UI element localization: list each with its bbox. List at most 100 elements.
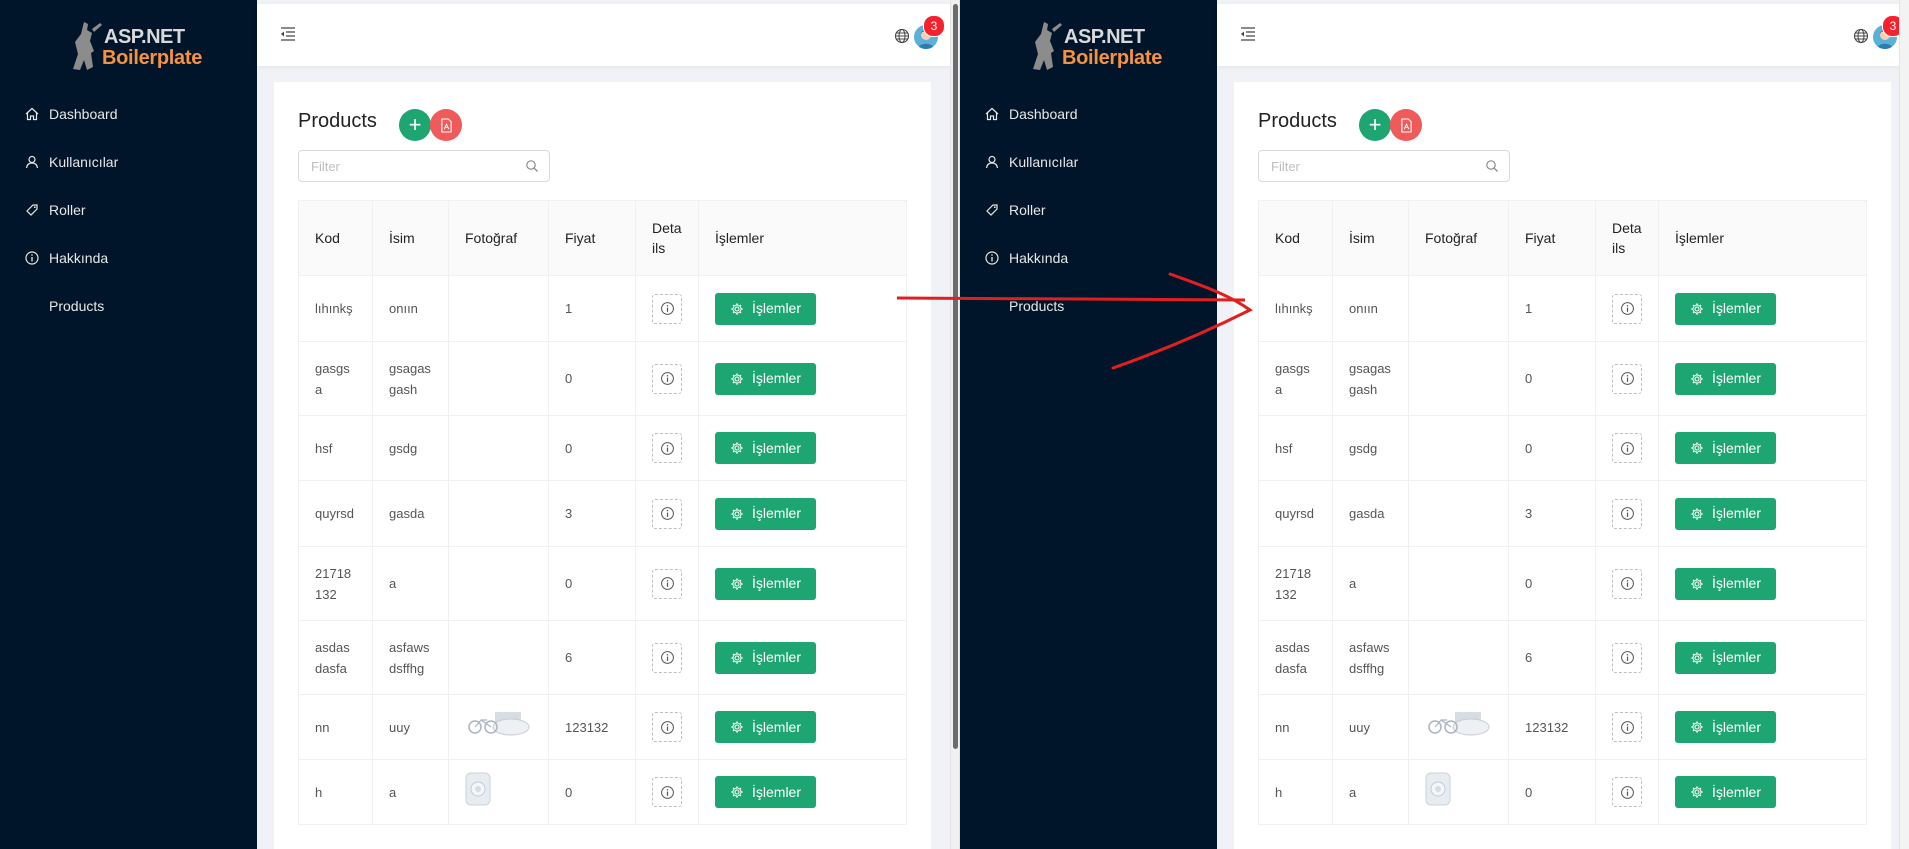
column-header-kod[interactable]: Kod <box>1258 200 1333 276</box>
actions-button-label: İşlemler <box>752 370 802 386</box>
cell-fiyat: 6 <box>1508 620 1596 695</box>
sidebar-item-dashboard[interactable]: Dashboard <box>0 90 257 138</box>
search-icon[interactable] <box>1485 159 1499 173</box>
sidebar-item-users[interactable]: Kullanıcılar <box>0 138 257 186</box>
actions-button[interactable]: İşlemler <box>715 497 817 530</box>
add-product-button[interactable]: + <box>1359 109 1391 141</box>
cell-fotograf <box>448 546 549 621</box>
sidebar-item-about[interactable]: Hakkında <box>0 234 257 282</box>
filter-input[interactable] <box>309 151 513 181</box>
actions-button[interactable]: İşlemler <box>1675 711 1777 743</box>
details-button[interactable] <box>652 642 682 673</box>
details-button[interactable] <box>652 568 682 599</box>
gear-icon <box>1691 507 1703 520</box>
cell-fiyat: 1 <box>1508 275 1596 342</box>
sidebar-item-products[interactable]: Products <box>0 282 257 330</box>
details-button[interactable] <box>1612 712 1642 742</box>
details-button[interactable] <box>1612 293 1642 324</box>
sidebar-item-label: Roller <box>49 202 86 218</box>
scrollbar[interactable] <box>950 0 960 849</box>
asp-net-boilerplate-logo[interactable]: ASP.NET Boilerplate <box>1024 18 1164 72</box>
actions-button[interactable]: İşlemler <box>1675 641 1777 674</box>
cell-fotograf <box>1408 694 1509 760</box>
actions-button[interactable]: İşlemler <box>715 292 817 325</box>
actions-button[interactable]: İşlemler <box>715 641 817 674</box>
details-button[interactable] <box>1612 777 1642 807</box>
info-icon <box>660 720 674 734</box>
details-button[interactable] <box>1612 642 1642 673</box>
info-icon <box>660 577 674 590</box>
column-header-fiyat[interactable]: Fiyat <box>1508 200 1596 276</box>
language-globe-icon[interactable] <box>894 28 910 44</box>
filter-field[interactable] <box>1258 150 1510 182</box>
details-button[interactable] <box>652 498 682 529</box>
table-row: 21718132 a 0 İşlemler <box>298 546 907 621</box>
filter-field[interactable] <box>298 150 550 182</box>
info-icon <box>1620 302 1634 315</box>
add-product-button[interactable]: + <box>399 109 431 141</box>
column-header-isim[interactable]: İsim <box>372 200 449 276</box>
column-header-fotograf[interactable]: Fotoğraf <box>448 200 549 276</box>
column-header-fotograf[interactable]: Fotoğraf <box>1408 200 1509 276</box>
details-button[interactable] <box>652 363 682 394</box>
column-header-details[interactable]: Details <box>1595 200 1659 276</box>
actions-button[interactable]: İşlemler <box>715 776 817 808</box>
details-button[interactable] <box>652 293 682 324</box>
sidebar-item-dashboard[interactable]: Dashboard <box>960 90 1217 138</box>
actions-button[interactable]: İşlemler <box>1675 432 1777 464</box>
table-row: quyrsd gasda 3 İşlemler <box>1258 480 1867 547</box>
sidebar-item-roles[interactable]: Roller <box>960 186 1217 234</box>
actions-button[interactable]: İşlemler <box>1675 292 1777 325</box>
sidebar-item-users[interactable]: Kullanıcılar <box>960 138 1217 186</box>
details-button[interactable] <box>652 777 682 807</box>
gear-icon <box>731 442 743 454</box>
table-row: hsf gsdg 0 İşlemler <box>1258 415 1867 481</box>
actions-button[interactable]: İşlemler <box>1675 497 1777 530</box>
sidebar-item-products[interactable]: Products <box>960 282 1217 330</box>
actions-button[interactable]: İşlemler <box>1675 776 1777 808</box>
sidebar-item-roles[interactable]: Roller <box>0 186 257 234</box>
details-button[interactable] <box>1612 568 1642 599</box>
export-pdf-button[interactable] <box>430 109 462 141</box>
column-header-islemler[interactable]: İşlemler <box>698 200 907 276</box>
filter-input[interactable] <box>1269 151 1473 181</box>
cell-details <box>635 759 699 825</box>
actions-button[interactable]: İşlemler <box>715 432 817 464</box>
actions-button[interactable]: İşlemler <box>1675 362 1777 395</box>
actions-button[interactable]: İşlemler <box>715 362 817 395</box>
table-row: h a 0 İşlemler <box>1258 759 1867 825</box>
notification-badge: 3 <box>923 15 945 37</box>
scrollbar[interactable] <box>1899 0 1909 849</box>
gear-icon <box>731 372 743 385</box>
details-button[interactable] <box>1612 363 1642 394</box>
column-header-islemler[interactable]: İşlemler <box>1658 200 1867 276</box>
cell-fotograf <box>1408 759 1509 825</box>
asp-net-boilerplate-logo[interactable]: ASP.NET Boilerplate <box>64 18 204 72</box>
cell-isim: onıın <box>372 275 449 342</box>
export-pdf-button[interactable] <box>1390 109 1422 141</box>
cell-fotograf <box>1408 341 1509 416</box>
details-button[interactable] <box>652 712 682 742</box>
actions-button[interactable]: İşlemler <box>715 567 817 600</box>
menu-fold-icon[interactable] <box>279 25 297 43</box>
plus-icon: + <box>1368 112 1382 137</box>
column-header-kod[interactable]: Kod <box>298 200 373 276</box>
actions-button[interactable]: İşlemler <box>715 711 817 743</box>
cell-kod: asdasdasfa <box>1258 620 1333 695</box>
search-icon[interactable] <box>525 159 539 173</box>
details-button[interactable] <box>1612 498 1642 529</box>
column-header-details[interactable]: Details <box>635 200 699 276</box>
details-button[interactable] <box>652 433 682 463</box>
sidebar-item-label: Hakkında <box>1009 250 1069 266</box>
actions-button[interactable]: İşlemler <box>1675 567 1777 600</box>
details-button[interactable] <box>1612 433 1642 463</box>
language-globe-icon[interactable] <box>1853 28 1869 44</box>
gear-icon <box>1691 372 1703 385</box>
cell-actions: İşlemler <box>1658 415 1867 481</box>
column-header-isim[interactable]: İsim <box>1332 200 1409 276</box>
column-header-fiyat[interactable]: Fiyat <box>548 200 636 276</box>
sidebar-item-about[interactable]: Hakkında <box>960 234 1217 282</box>
sidebar-item-label: Roller <box>1009 202 1046 218</box>
menu-fold-icon[interactable] <box>1239 25 1257 43</box>
scrollbar-thumb[interactable] <box>953 4 958 749</box>
